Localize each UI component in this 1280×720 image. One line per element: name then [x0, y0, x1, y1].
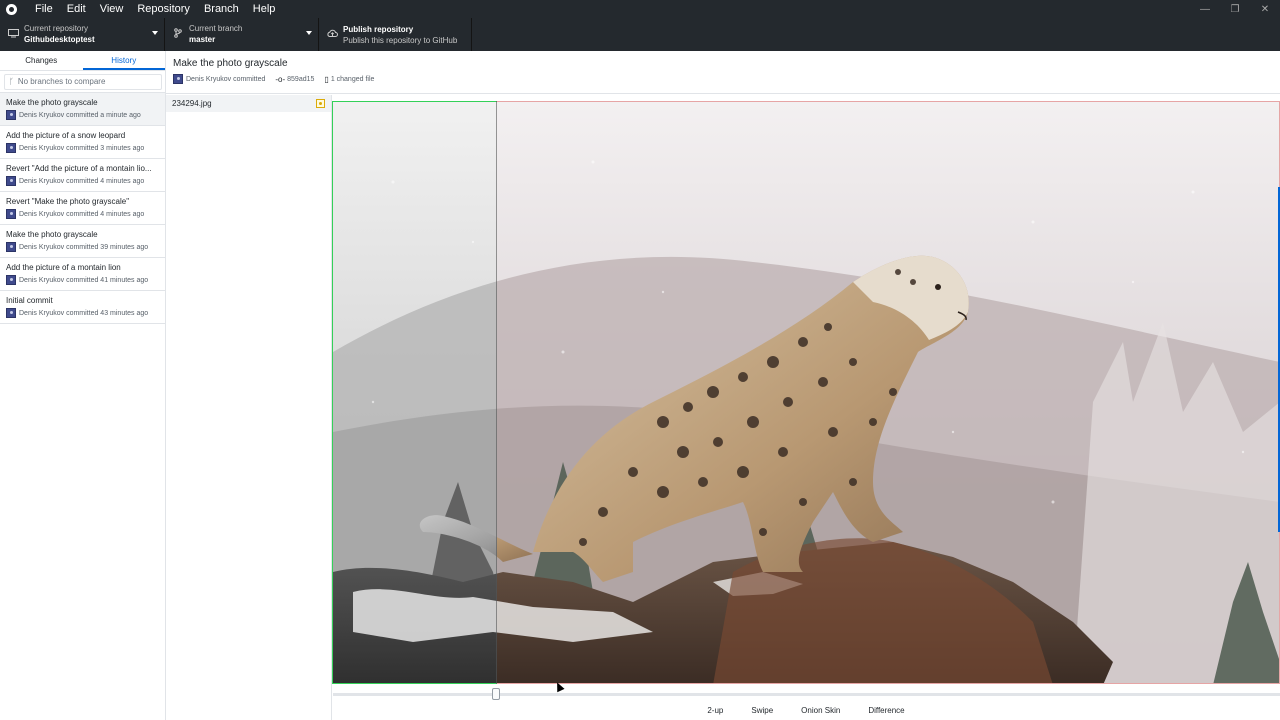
commit-item[interactable]: Revert "Add the picture of a montain lio… — [0, 159, 165, 192]
diff-image — [333, 101, 1280, 684]
commit-sha[interactable]: 859ad15 — [287, 76, 314, 83]
commit-item[interactable]: Revert "Make the photo grayscale" Denis … — [0, 192, 165, 225]
menu-view[interactable]: View — [93, 0, 131, 18]
chevron-down-icon — [152, 31, 158, 35]
menu-help[interactable]: Help — [246, 0, 283, 18]
commit-meta: Denis Kryukov committed 4 minutes ago — [19, 210, 145, 218]
commit-title: Add the picture of a montain lion — [6, 263, 121, 272]
commit-item[interactable]: Make the photo grayscale Denis Kryukov c… — [0, 93, 165, 126]
avatar — [6, 209, 16, 219]
minimize-button[interactable]: — — [1190, 0, 1220, 18]
mode-swipe[interactable]: Swipe — [739, 705, 785, 720]
image-diff-view: 2-up Swipe Onion Skin Difference — [332, 95, 1280, 720]
menu-repository[interactable]: Repository — [130, 0, 197, 18]
repository-name: Githubdesktoptest — [24, 35, 95, 44]
commit-summary-title: Make the photo grayscale — [173, 58, 288, 69]
menu-branch[interactable]: Branch — [197, 0, 246, 18]
file-name: 234294.jpg — [172, 99, 212, 108]
changed-file-list: 234294.jpg — [166, 95, 332, 720]
commit-meta: Denis Kryukov committed 43 minutes ago — [19, 309, 149, 317]
file-diff-icon: ▯ — [324, 74, 329, 84]
swipe-slider-track[interactable] — [333, 693, 1280, 696]
compare-bar: ᚴ No branches to compare — [0, 71, 165, 93]
avatar — [6, 143, 16, 153]
menu-bar: File Edit View Repository Branch Help — [28, 0, 282, 18]
repository-label: Current repository — [24, 24, 89, 33]
commit-title: Initial commit — [6, 296, 53, 305]
mode-difference[interactable]: Difference — [856, 705, 916, 720]
commit-author: Denis Kryukov committed — [186, 75, 266, 83]
current-branch-dropdown[interactable]: Current branch master — [165, 18, 319, 51]
menu-file[interactable]: File — [28, 0, 60, 18]
branch-icon: ᚴ — [9, 77, 14, 86]
commit-meta: Denis Kryukov committed 3 minutes ago — [19, 144, 145, 152]
mode-onion-skin[interactable]: Onion Skin — [789, 705, 852, 720]
chevron-down-icon — [306, 31, 312, 35]
added-image-border — [332, 101, 333, 684]
commit-summary-meta: Denis Kryukov committed -o- 859ad15 ▯ 1 … — [173, 74, 1280, 84]
menu-edit[interactable]: Edit — [60, 0, 93, 18]
commit-title: Revert "Add the picture of a montain lio… — [6, 164, 152, 173]
added-image-border — [332, 101, 497, 102]
file-item[interactable]: 234294.jpg — [166, 95, 331, 112]
commit-title: Revert "Make the photo grayscale" — [6, 197, 130, 206]
compare-placeholder: No branches to compare — [17, 77, 106, 86]
commit-meta: Denis Kryukov committed 41 minutes ago — [19, 276, 149, 284]
sidebar-tabs: Changes History — [0, 51, 165, 71]
avatar — [6, 110, 16, 120]
current-repository-dropdown[interactable]: Current repository Githubdesktoptest — [0, 18, 165, 51]
commit-item[interactable]: Initial commit Denis Kryukov committed 4… — [0, 291, 165, 324]
commit-list: Make the photo grayscale Denis Kryukov c… — [0, 93, 165, 324]
commit-meta: Denis Kryukov committed 39 minutes ago — [19, 243, 149, 251]
snow-leopard-image — [333, 102, 1279, 683]
commit-icon: -o- — [275, 74, 286, 84]
swipe-slider-handle[interactable] — [492, 688, 500, 700]
window-controls: — ❐ ✕ — [1190, 0, 1280, 18]
tab-changes[interactable]: Changes — [0, 51, 83, 70]
close-button[interactable]: ✕ — [1250, 0, 1280, 18]
file-modified-icon — [316, 99, 325, 108]
diff-mode-tabs: 2-up Swipe Onion Skin Difference — [332, 705, 1280, 720]
swipe-divider — [496, 101, 497, 684]
branch-label: Current branch — [189, 24, 243, 33]
avatar — [6, 275, 16, 285]
commit-item[interactable]: Add the picture of a snow leopard Denis … — [0, 126, 165, 159]
branch-name: master — [189, 35, 216, 44]
added-image-border — [332, 683, 497, 684]
avatar — [6, 308, 16, 318]
commit-item[interactable]: Make the photo grayscale Denis Kryukov c… — [0, 225, 165, 258]
toolbar: Current repository Githubdesktoptest Cur… — [0, 18, 1280, 51]
publish-subtitle: Publish this repository to GitHub — [343, 35, 458, 45]
avatar — [6, 242, 16, 252]
github-logo-icon — [0, 0, 22, 18]
changed-files-count: 1 changed file — [330, 75, 375, 83]
restore-button[interactable]: ❐ — [1220, 0, 1250, 18]
commit-title: Make the photo grayscale — [6, 98, 98, 107]
commit-meta: Denis Kryukov committed a minute ago — [19, 111, 141, 119]
commit-item[interactable]: Add the picture of a montain lion Denis … — [0, 258, 165, 291]
title-bar: File Edit View Repository Branch Help — … — [0, 0, 1280, 18]
commit-title: Add the picture of a snow leopard — [6, 131, 126, 140]
cloud-upload-icon — [325, 29, 339, 41]
avatar — [173, 74, 183, 84]
publish-repository-button[interactable]: Publish repository Publish this reposito… — [319, 18, 472, 51]
commit-title: Make the photo grayscale — [6, 230, 98, 239]
commit-summary-header: Make the photo grayscale Denis Kryukov c… — [166, 51, 1280, 94]
publish-title: Publish repository — [343, 24, 414, 34]
avatar — [6, 176, 16, 186]
mode-2-up[interactable]: 2-up — [695, 705, 735, 720]
sidebar: Changes History ᚴ No branches to compare… — [0, 51, 166, 720]
commit-meta: Denis Kryukov committed 4 minutes ago — [19, 177, 145, 185]
branch-compare-input[interactable]: ᚴ No branches to compare — [4, 73, 162, 90]
branch-icon — [171, 28, 185, 41]
computer-icon — [6, 28, 20, 41]
tab-history[interactable]: History — [82, 51, 165, 70]
